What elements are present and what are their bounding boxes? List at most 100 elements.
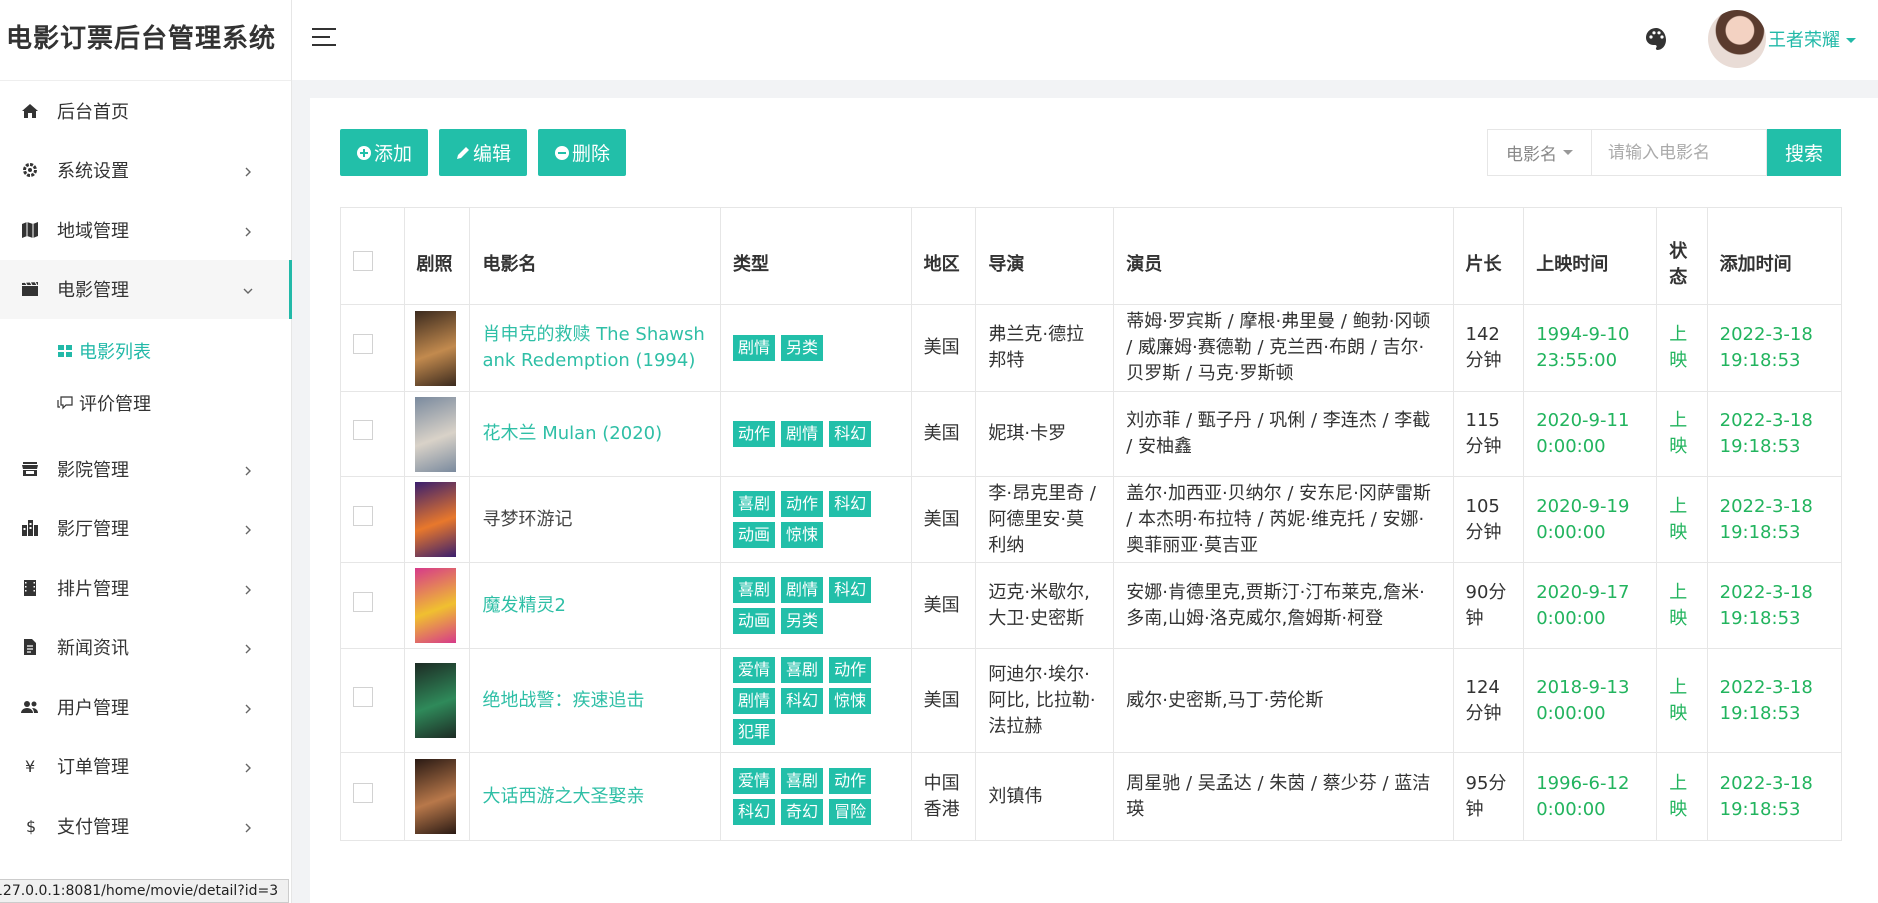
title-cell: 魔发精灵2 xyxy=(469,562,722,649)
added-date: 2022-3-18 19:18:53 xyxy=(1719,772,1813,820)
region-text: 美国 xyxy=(923,689,960,711)
column-header: 类型 xyxy=(720,207,912,305)
row-checkbox[interactable] xyxy=(353,505,373,526)
added-date: 2022-3-18 19:18:53 xyxy=(1719,410,1813,457)
sidebar-item-system[interactable]: 系统设置 xyxy=(0,141,291,201)
genre-tags: 爱情 喜剧 动作 剧情 科幻 惊悚 犯罪 xyxy=(733,656,899,745)
movie-title[interactable]: 花木兰 Mulan (2020) xyxy=(482,423,662,444)
region-text: 美国 xyxy=(923,337,960,358)
gear-icon xyxy=(20,160,40,180)
row-checkbox[interactable] xyxy=(353,686,373,707)
sidebar-item-region[interactable]: 地域管理 xyxy=(0,200,291,260)
sidebar-item-movie[interactable]: 电影管理 xyxy=(0,259,292,319)
select-cell xyxy=(340,648,405,753)
director-cell: 刘镇伟 xyxy=(975,752,1115,841)
movie-title[interactable]: 绝地战警：疾速追击 xyxy=(482,690,644,711)
svg-text:$: $ xyxy=(26,817,36,835)
row-checkbox[interactable] xyxy=(353,420,373,440)
added-cell: 2022-3-18 19:18:53 xyxy=(1706,562,1843,649)
movie-title[interactable]: 肖申克的救赎 The Shawshank Redemption (1994) xyxy=(482,324,704,371)
duration-text: 124分钟 xyxy=(1465,676,1502,724)
submenu-item-1[interactable]: 评价管理 xyxy=(0,377,291,429)
app-title: 电影订票后台管理系统 xyxy=(0,0,291,81)
genre-tag: 科幻 xyxy=(781,687,824,714)
genre-tags: 爱情 喜剧 动作 科幻 奇幻 冒险 xyxy=(733,768,899,825)
duration-cell: 95分钟 xyxy=(1452,752,1525,841)
pencil-icon xyxy=(455,145,471,161)
table-row[interactable]: 花木兰 Mulan (2020) 动作 剧情 科幻 美国 妮琪·卡罗 刘亦菲 / 甄子丹 /… xyxy=(340,391,1843,477)
release-cell: 2020-9-19 0:00:00 xyxy=(1523,476,1658,563)
status-badge: 上映 xyxy=(1669,410,1688,457)
menu-toggle-icon[interactable] xyxy=(312,26,338,48)
sidebar-item-user[interactable]: 用户管理 xyxy=(0,677,291,737)
region-text: 中国香港 xyxy=(923,772,960,820)
genre-tag: 喜剧 xyxy=(733,491,776,517)
actors-text: 安娜·肯德里克,贾斯汀·汀布莱克,詹米·多南,山姆·洛克威尔,詹姆斯·柯登 xyxy=(1126,581,1425,629)
delete-button[interactable]: 删除 xyxy=(538,129,627,176)
title-cell: 绝地战警：疾速追击 xyxy=(469,648,722,753)
chevron-right-icon xyxy=(241,700,255,714)
table-row[interactable]: 大话西游之大圣娶亲 爱情 喜剧 动作 科幻 奇幻 冒险 中国香港 刘镇伟 周星驰 / 吴孟达 / … xyxy=(340,752,1843,841)
select-all-checkbox[interactable] xyxy=(353,251,373,271)
column-header: 剧照 xyxy=(403,207,471,305)
submenu-item-0[interactable]: 电影列表 xyxy=(0,325,291,377)
region-cell: 美国 xyxy=(910,304,977,392)
select-cell xyxy=(340,562,405,649)
director-text: 迈克·米歇尔,大卫·史密斯 xyxy=(988,581,1090,629)
chevron-right-icon xyxy=(241,462,255,476)
movie-title[interactable]: 大话西游之大圣娶亲 xyxy=(482,786,644,807)
status-badge: 上映 xyxy=(1669,495,1688,543)
actors-cell: 周星驰 / 吴孟达 / 朱茵 / 蔡少芬 / 蓝洁瑛 xyxy=(1113,752,1454,841)
sidebar-item-home[interactable]: 后台首页 xyxy=(0,81,291,141)
delete-button-label: 删除 xyxy=(572,143,611,165)
table-row[interactable]: 魔发精灵2 喜剧 剧情 科幻 动画 另类 美国 迈克·米歇尔,大卫·史密斯 安娜·肯德里克,贾斯… xyxy=(340,562,1843,649)
region-cell: 美国 xyxy=(910,476,977,563)
region-cell: 美国 xyxy=(910,562,977,649)
row-checkbox[interactable] xyxy=(353,782,373,803)
filmstrip-icon xyxy=(20,578,40,598)
search-input[interactable] xyxy=(1590,129,1767,176)
submenu-movie: 电影列表 评价管理 xyxy=(0,319,291,439)
search-bar: 电影名 搜索 xyxy=(1486,129,1841,176)
select-cell xyxy=(340,752,405,841)
sidebar-item-order[interactable]: ¥ 订单管理 xyxy=(0,737,291,797)
sidebar-item-schedule[interactable]: 排片管理 xyxy=(0,558,291,618)
poster-cell xyxy=(403,752,471,841)
table-row[interactable]: 肖申克的救赎 The Shawshank Redemption (1994) 剧情… xyxy=(340,304,1843,392)
actors-text: 盖尔·加西亚·贝纳尔 / 安东尼·冈萨雷斯 / 本杰明·布拉特 / 芮妮·维克托… xyxy=(1126,482,1431,556)
region-cell: 中国香港 xyxy=(910,752,977,841)
avatar[interactable] xyxy=(1708,10,1766,68)
edit-button[interactable]: 编辑 xyxy=(439,129,528,176)
genre-cell: 爱情 喜剧 动作 剧情 科幻 惊悚 犯罪 xyxy=(720,648,912,753)
sidebar-item-pay[interactable]: $ 支付管理 xyxy=(0,796,291,856)
main-content: 添加 编辑 删除 电影名 搜索 剧照电影名类型地区导演演员片长上映时间状态添加时… xyxy=(310,98,1878,903)
release-date: 2018-9-13 0:00:00 xyxy=(1536,676,1630,724)
palette-icon[interactable] xyxy=(1644,26,1668,50)
table-row[interactable]: 寻梦环游记 喜剧 动作 科幻 动画 惊悚 美国 李·昂克里奇 / 阿德里安·莫利纳 盖尔·加西亚… xyxy=(340,476,1843,563)
sidebar-item-cinema[interactable]: 影院管理 xyxy=(0,439,291,499)
movie-title[interactable]: 魔发精灵2 xyxy=(482,595,565,616)
search-button[interactable]: 搜索 xyxy=(1766,129,1841,176)
select-all-cell xyxy=(340,207,405,305)
table-row[interactable]: 绝地战警：疾速追击 爱情 喜剧 动作 剧情 科幻 惊悚 犯罪 美国 阿迪尔·埃尔·阿比, 比拉勒·… xyxy=(340,648,1843,753)
added-cell: 2022-3-18 19:18:53 xyxy=(1706,752,1843,841)
caret-down-icon xyxy=(1562,150,1573,160)
row-checkbox[interactable] xyxy=(353,591,373,612)
genre-tag: 冒险 xyxy=(829,799,872,825)
status-badge: 上映 xyxy=(1669,581,1688,629)
column-header: 电影名 xyxy=(469,207,722,305)
director-text: 李·昂克里奇 / 阿德里安·莫利纳 xyxy=(988,482,1096,556)
sidebar-item-hall[interactable]: 影厅管理 xyxy=(0,499,291,559)
store-icon xyxy=(20,459,40,479)
search-field-select[interactable]: 电影名 xyxy=(1486,129,1591,176)
add-button[interactable]: 添加 xyxy=(340,129,429,176)
genre-tag: 科幻 xyxy=(733,799,776,825)
region-cell: 美国 xyxy=(910,391,977,477)
genre-tag: 动画 xyxy=(733,608,776,634)
sidebar-item-news[interactable]: 新闻资讯 xyxy=(0,618,291,678)
added-cell: 2022-3-18 19:18:53 xyxy=(1706,476,1843,563)
user-menu[interactable]: 王者荣耀 xyxy=(1768,26,1856,52)
row-checkbox[interactable] xyxy=(353,334,373,354)
people-icon xyxy=(20,697,40,717)
actors-text: 刘亦菲 / 甄子丹 / 巩俐 / 李连杰 / 李截 / 安柚鑫 xyxy=(1126,410,1431,457)
